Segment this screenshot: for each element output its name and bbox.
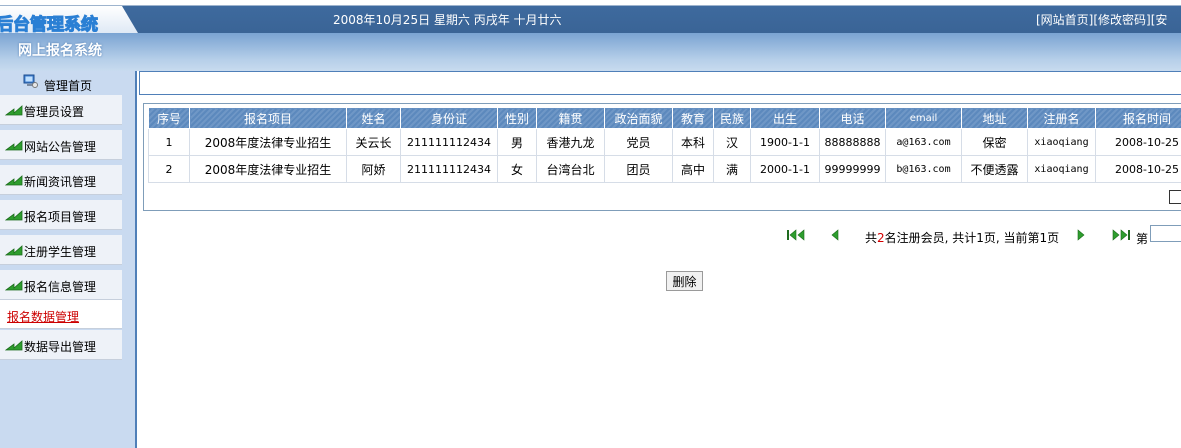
cell-political-status: 党员 xyxy=(604,128,673,156)
column-header: 籍贯 xyxy=(536,107,605,129)
cell-username: xiaoqiang xyxy=(1027,155,1096,183)
cell-birth: 2000-1-1 xyxy=(750,155,820,183)
column-header: 身份证 xyxy=(400,107,498,129)
column-header: 电话 xyxy=(819,107,886,129)
cell-registration-time: 2008-10-25 xyxy=(1095,128,1181,156)
prev-page-icon[interactable] xyxy=(830,229,840,241)
cell-phone: 88888888 xyxy=(819,128,886,156)
column-header: 报名项目 xyxy=(189,107,347,129)
cell-index: 1 xyxy=(148,128,190,156)
data-table-panel: 序号 报名项目 姓名 身份证 性别 籍贯 政治面貌 教育 民族 出生 电话 em… xyxy=(143,103,1181,211)
site-home-link[interactable]: [网站首页] xyxy=(1036,13,1093,27)
cell-hometown: 台湾台北 xyxy=(536,155,605,183)
column-header: 注册名 xyxy=(1027,107,1096,129)
safe-logout-link[interactable]: [安 xyxy=(1151,13,1168,27)
member-count: 2 xyxy=(877,231,885,245)
cell-ethnicity: 汉 xyxy=(713,128,751,156)
column-header: 性别 xyxy=(497,107,537,129)
table-header-row: 序号 报名项目 姓名 身份证 性别 籍贯 政治面貌 教育 民族 出生 电话 em… xyxy=(148,107,1181,129)
cell-index: 2 xyxy=(148,155,190,183)
column-header: 地址 xyxy=(961,107,1028,129)
logo: 后台管理系统 xyxy=(0,6,138,33)
sidebar-item-registration-data[interactable]: 报名数据管理 xyxy=(0,300,122,329)
computer-icon xyxy=(23,74,38,88)
cell-project: 2008年度法律专业招生 xyxy=(189,128,347,156)
green-arrow-icon xyxy=(5,105,23,116)
pager-prefix: 共 xyxy=(865,231,878,245)
cell-education: 高中 xyxy=(672,155,714,183)
sidebar-home-label: 管理首页 xyxy=(44,79,93,93)
pagination: 共2名注册会员, 共计1页, 当前第1页 第 xyxy=(0,225,1181,246)
cell-email: a@163.com xyxy=(885,128,962,156)
top-links: [网站首页][修改密码][安 xyxy=(1036,11,1167,28)
sidebar-item-label: 报名数据管理 xyxy=(7,310,80,324)
cell-id-number: 211111112434 xyxy=(400,128,498,156)
green-arrow-icon xyxy=(5,280,23,291)
sidebar-home[interactable]: 管理首页 xyxy=(20,73,130,93)
top-banner: 后台管理系统 2008年10月25日 星期六 丙戌年 十月廿六 [网站首页][修… xyxy=(0,0,1181,33)
column-header: 民族 xyxy=(713,107,751,129)
cell-registration-time: 2008-10-25 xyxy=(1095,155,1181,183)
sidebar-item-announcements[interactable]: 网站公告管理 xyxy=(0,130,122,160)
registration-data-table: 序号 报名项目 姓名 身份证 性别 籍贯 政治面貌 教育 民族 出生 电话 em… xyxy=(148,107,1181,183)
cell-ethnicity: 满 xyxy=(713,155,751,183)
column-header: 姓名 xyxy=(346,107,401,129)
pager-summary: 共2名注册会员, 共计1页, 当前第1页 xyxy=(865,229,1059,246)
sidebar-item-admin-settings[interactable]: 管理员设置 xyxy=(0,95,122,125)
green-arrow-icon xyxy=(5,210,23,221)
column-header: 教育 xyxy=(672,107,714,129)
goto-page-label: 第 xyxy=(1136,232,1149,246)
change-password-link[interactable]: [修改密码] xyxy=(1093,13,1150,27)
cell-phone: 99999999 xyxy=(819,155,886,183)
last-page-icon[interactable] xyxy=(1111,229,1131,241)
table-row: 2 2008年度法律专业招生 阿娇 211111112434 女 台湾台北 团员… xyxy=(148,155,1181,183)
green-arrow-icon xyxy=(5,140,23,151)
table-row: 1 2008年度法律专业招生 关云长 211111112434 男 香港九龙 党… xyxy=(148,128,1181,156)
system-title: 网上报名系统 xyxy=(18,43,102,59)
column-header: 出生 xyxy=(750,107,820,129)
sidebar-item-label: 网站公告管理 xyxy=(24,140,97,154)
date-display: 2008年10月25日 星期六 丙戌年 十月廿六 xyxy=(333,13,562,27)
cell-address: 不便透露 xyxy=(961,155,1028,183)
sidebar-item-registration-info[interactable]: 报名信息管理 xyxy=(0,270,122,300)
cell-id-number: 211111112434 xyxy=(400,155,498,183)
sidebar-item-label: 管理员设置 xyxy=(24,105,85,119)
select-all-checkbox[interactable] xyxy=(1169,190,1181,204)
cell-address: 保密 xyxy=(961,128,1028,156)
cell-political-status: 团员 xyxy=(604,155,673,183)
column-header: 序号 xyxy=(148,107,190,129)
green-arrow-icon xyxy=(5,340,23,351)
sidebar-item-label: 报名项目管理 xyxy=(24,210,97,224)
main-top-frame xyxy=(139,71,1181,95)
logo-text: 后台管理系统 xyxy=(0,15,99,34)
column-header: 报名时间 xyxy=(1095,107,1181,129)
sidebar-item-registration-projects[interactable]: 报名项目管理 xyxy=(0,200,122,230)
next-page-icon[interactable] xyxy=(1076,229,1086,241)
sidebar-item-label: 数据导出管理 xyxy=(24,340,97,354)
sidebar-item-label: 报名信息管理 xyxy=(24,280,97,294)
cell-gender: 男 xyxy=(497,128,537,156)
sidebar-item-label: 新闻资讯管理 xyxy=(24,175,97,189)
column-header: 政治面貌 xyxy=(604,107,673,129)
cell-name: 关云长 xyxy=(346,128,401,156)
cell-birth: 1900-1-1 xyxy=(750,128,820,156)
green-arrow-icon xyxy=(5,175,23,186)
cell-hometown: 香港九龙 xyxy=(536,128,605,156)
sidebar: 管理首页 管理员设置 网站公告管理 新闻资讯管理 报名项目管理 注册学生管理 报… xyxy=(0,71,137,448)
cell-name: 阿娇 xyxy=(346,155,401,183)
first-page-icon[interactable] xyxy=(786,229,806,241)
cell-project: 2008年度法律专业招生 xyxy=(189,155,347,183)
sidebar-item-data-export[interactable]: 数据导出管理 xyxy=(0,330,122,360)
delete-button[interactable]: 删除 xyxy=(666,271,703,291)
cell-username: xiaoqiang xyxy=(1027,128,1096,156)
column-header: email xyxy=(885,107,962,129)
cell-gender: 女 xyxy=(497,155,537,183)
cell-education: 本科 xyxy=(672,128,714,156)
pager-suffix: 名注册会员, 共计1页, 当前第1页 xyxy=(884,231,1060,245)
cell-email: b@163.com xyxy=(885,155,962,183)
sidebar-item-news[interactable]: 新闻资讯管理 xyxy=(0,165,122,195)
goto-page-input[interactable] xyxy=(1150,225,1181,242)
sub-banner: 网上报名系统 xyxy=(0,33,1181,71)
